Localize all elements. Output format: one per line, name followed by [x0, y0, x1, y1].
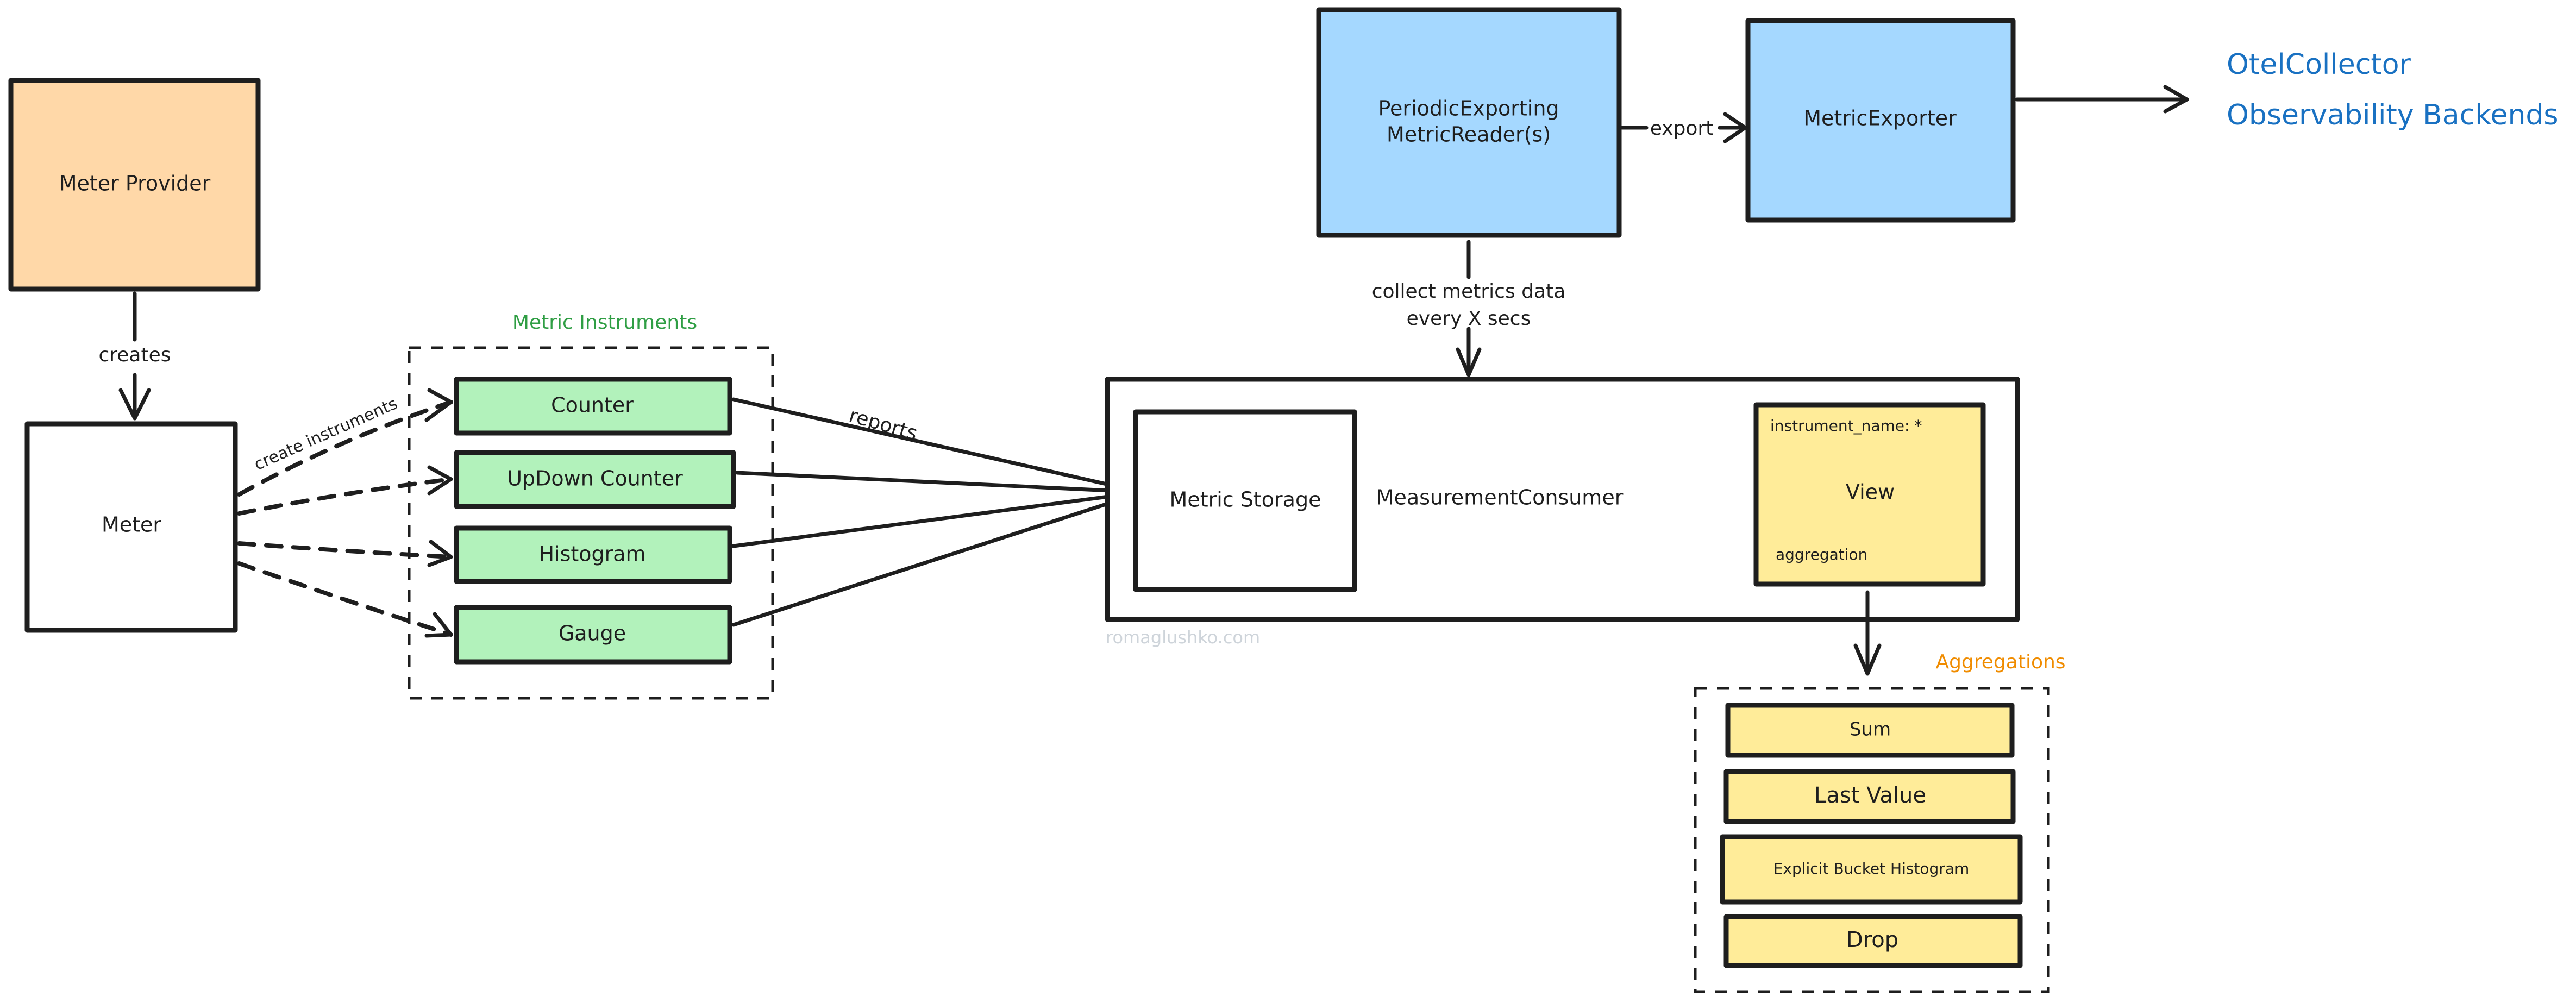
metric-instruments-title: Metric Instruments: [512, 311, 697, 334]
metric-storage-node[interactable]: Metric Storage: [1133, 409, 1357, 592]
instrument-label: Gauge: [559, 622, 626, 645]
aggregations-title: Aggregations: [1935, 651, 2065, 673]
creates-label: creates: [98, 344, 171, 366]
aggregation-last-value[interactable]: Last Value: [1723, 769, 2016, 824]
periodic-reader-label-line2: MetricReader(s): [1387, 123, 1551, 147]
instrument-label: Histogram: [538, 542, 645, 566]
otel-collector-label: OtelCollector: [2227, 48, 2411, 81]
meter-node[interactable]: Meter: [24, 421, 238, 633]
instrument-updown-counter[interactable]: UpDown Counter: [454, 450, 736, 509]
view-instrument-name: instrument_name: *: [1770, 417, 1922, 435]
view-node[interactable]: instrument_name: * View aggregation: [1753, 402, 1986, 587]
metric-exporter-label: MetricExporter: [1803, 106, 1957, 130]
backends-edge: [2015, 85, 2189, 114]
meter-provider-label: Meter Provider: [59, 172, 211, 196]
instrument-counter[interactable]: Counter: [454, 377, 732, 436]
reports-histogram-edge: [731, 491, 1135, 548]
aggregation-sum[interactable]: Sum: [1725, 703, 2015, 758]
reports-edges: reports: [731, 397, 1137, 627]
arrowhead-icon: [427, 540, 453, 567]
diagram-svg: Meter Provider creates Meter create inst…: [8, 7, 2559, 993]
aggregation-label: Last Value: [1814, 783, 1926, 808]
create-instruments-label: create instruments: [251, 394, 400, 474]
create-histogram-edge: [237, 541, 453, 559]
destinations: OtelCollector Observability Backends: [2227, 48, 2559, 131]
periodic-reader-node[interactable]: PeriodicExporting MetricReader(s): [1316, 7, 1622, 238]
diagram-canvas: Meter Provider creates Meter create inst…: [0, 0, 2576, 1000]
collect-edge: collect metrics data every X secs: [1372, 240, 1566, 377]
collect-label-line1: collect metrics data: [1372, 280, 1566, 303]
metric-exporter-node[interactable]: MetricExporter: [1745, 18, 2016, 223]
view-title: View: [1846, 480, 1895, 504]
instrument-gauge[interactable]: Gauge: [454, 605, 732, 665]
create-gauge-edge: [237, 561, 453, 637]
metric-storage-label: Metric Storage: [1170, 488, 1321, 512]
create-instruments-edges: create instruments: [237, 388, 453, 638]
periodic-reader-label-line1: PeriodicExporting: [1378, 97, 1559, 121]
meter-provider-node[interactable]: Meter Provider: [8, 78, 261, 292]
observability-backends-label: Observability Backends: [2227, 99, 2559, 131]
aggregations-group: Aggregations Sum Last Value Explicit Buc…: [1694, 651, 2066, 993]
aggregation-label: Sum: [1850, 719, 1891, 741]
instrument-label: Counter: [551, 393, 634, 417]
create-updown-edge: [237, 477, 453, 516]
reports-gauge-edge: [731, 493, 1135, 627]
creates-edge: creates: [98, 291, 171, 421]
export-edge: export: [1620, 112, 1747, 143]
collect-label-line2: every X secs: [1407, 308, 1531, 330]
meter-label: Meter: [102, 513, 161, 537]
arrowhead-icon: [424, 612, 453, 638]
instrument-histogram[interactable]: Histogram: [454, 525, 732, 584]
metric-instruments-group: Metric Instruments Counter UpDown Counte…: [408, 311, 774, 700]
reports-label: reports: [847, 404, 920, 445]
watermark: romaglushko.com: [1106, 627, 1260, 648]
aggregation-drop[interactable]: Drop: [1723, 914, 2023, 968]
aggregation-label: Explicit Bucket Histogram: [1773, 860, 1970, 877]
view-aggregation: aggregation: [1776, 546, 1867, 563]
aggregation-label: Drop: [1846, 927, 1898, 952]
aggregation-explicit-bucket-histogram[interactable]: Explicit Bucket Histogram: [1720, 834, 2023, 905]
measurement-consumer-label: MeasurementConsumer: [1376, 486, 1624, 510]
export-label: export: [1650, 117, 1714, 140]
instrument-label: UpDown Counter: [507, 467, 683, 491]
